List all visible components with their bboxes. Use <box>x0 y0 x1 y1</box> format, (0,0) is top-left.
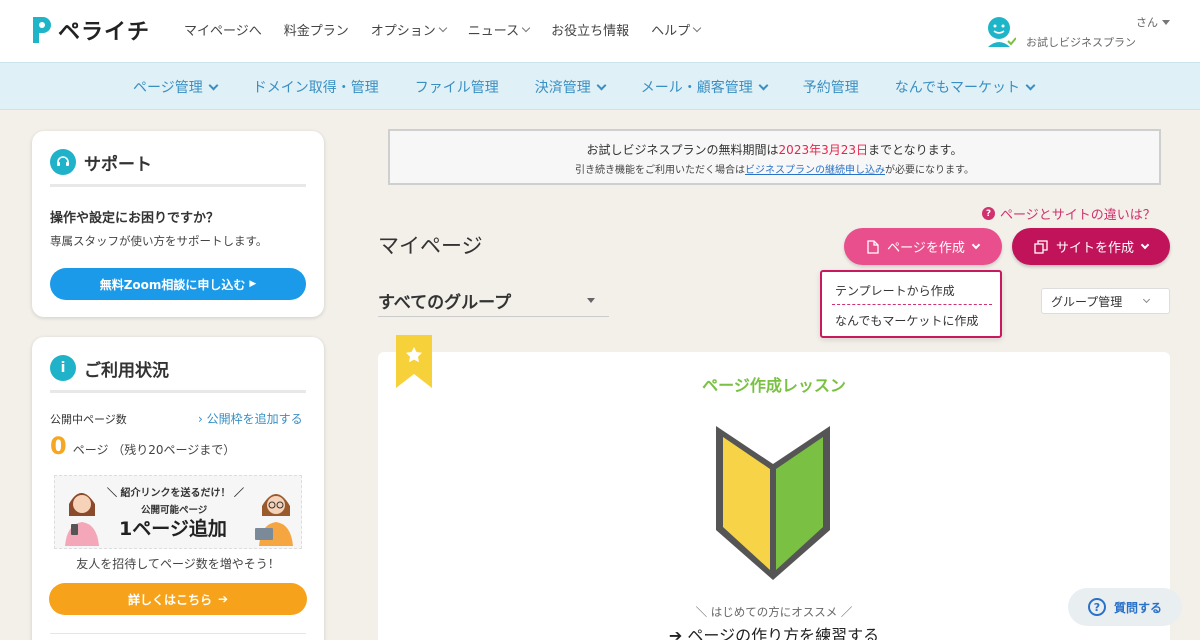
details-button[interactable]: 詳しくはこちら ➔ <box>49 583 307 615</box>
create-page-dropdown: テンプレートから作成 なんでもマーケットに作成 <box>820 270 1002 338</box>
caret-down-icon <box>587 298 595 303</box>
subnav-files[interactable]: ファイル管理 <box>415 77 499 97</box>
woman-with-phone-illustration <box>65 493 99 546</box>
logo-icon <box>33 17 51 43</box>
question-icon: ? <box>982 207 995 220</box>
create-page-button[interactable]: ページを作成 <box>844 228 1002 265</box>
sub-nav: ページ管理 ドメイン取得・管理 ファイル管理 決済管理 メール・顧客管理 予約管… <box>0 62 1200 110</box>
woman-with-laptop-illustration <box>255 494 293 546</box>
published-count-value: 0 <box>50 432 67 460</box>
info-icon: i <box>50 355 76 381</box>
trial-notice-line1: お試しビジネスプランの無料期間は2023年3月23日までとなります。 <box>586 143 963 157</box>
user-name[interactable]: さん <box>1136 14 1170 30</box>
page-site-difference-link[interactable]: ? ページとサイトの違いは？ <box>982 204 1156 223</box>
add-publish-slot-link[interactable]: › 公開枠を追加する <box>198 410 303 427</box>
group-select[interactable]: すべてのグループ <box>378 284 609 317</box>
lesson-title: ページ作成レッスン <box>702 376 846 395</box>
usage-heading: i ご利用状況 <box>50 355 169 381</box>
referral-banner[interactable]: ＼ 紹介リンクを送るだけ！ ／ 公開可能ページ 1ページ追加 <box>54 475 302 549</box>
logo-text: ペライチ <box>58 20 151 45</box>
published-count-unit: ページ （残り20ページまで） <box>72 443 236 457</box>
nav-news[interactable]: ニュース <box>468 20 531 39</box>
create-site-button[interactable]: サイトを作成 <box>1012 228 1170 265</box>
copy-pages-icon <box>1034 239 1048 254</box>
chevron-down-icon <box>438 23 448 33</box>
lesson-cta[interactable]: ➔ ページの作り方を練習する <box>378 622 1170 640</box>
logo[interactable]: ペライチ <box>30 14 150 46</box>
invite-text: 友人を招待してページ数を増やそう！ <box>76 557 280 571</box>
headset-icon <box>50 149 76 175</box>
chevron-down-icon <box>971 240 981 250</box>
caret-right-icon: ▶ <box>249 279 257 289</box>
arrow-right-icon: ➔ <box>668 626 688 640</box>
user-menu[interactable]: さん お試しビジネスプラン <box>982 12 1182 52</box>
dropdown-item-template[interactable]: テンプレートから作成 <box>835 282 955 299</box>
promo-main: 1ページ追加 <box>119 518 227 540</box>
divider <box>50 184 306 187</box>
nav-mypage[interactable]: マイページへ <box>184 20 262 39</box>
chevron-right-icon: › <box>198 412 207 426</box>
help-button[interactable]: ? 質問する <box>1068 588 1182 626</box>
chevron-down-icon <box>521 23 531 33</box>
divider <box>50 390 306 393</box>
nav-help[interactable]: ヘルプ <box>651 20 702 39</box>
support-description: 専属スタッフが使い方をサポートします。 <box>50 234 268 248</box>
trial-notice: お試しビジネスプランの無料期間は2023年3月23日までとなります。 引き続き機… <box>388 129 1161 185</box>
document-icon <box>867 239 879 254</box>
subnav-payments[interactable]: 決済管理 <box>535 77 607 97</box>
group-management-select[interactable]: グループ管理 <box>1041 288 1170 314</box>
usage-card: i ご利用状況 公開中ページ数 › 公開枠を追加する 0 ページ （残り20ペー… <box>32 337 324 640</box>
caret-down-icon <box>1162 19 1170 25</box>
chevron-down-icon <box>208 80 219 90</box>
support-question: 操作や設定にお困りですか？ <box>50 211 220 226</box>
trial-notice-line2: 引き続き機能をご利用いただく場合はビジネスプランの継続申し込みが必要になります。 <box>575 165 974 176</box>
trial-end-date: 2023年3月23日 <box>778 143 868 157</box>
dropdown-item-market[interactable]: なんでもマーケットに作成 <box>835 312 978 329</box>
lesson-card[interactable]: ページ作成レッスン ＼ はじめての方にオススメ ／ ➔ ページの作り方を練習する <box>378 335 1170 640</box>
subnav-market[interactable]: なんでもマーケット <box>895 77 1036 97</box>
chevron-down-icon <box>1025 80 1036 90</box>
lesson-subtitle: ＼ はじめての方にオススメ ／ <box>695 605 853 619</box>
chevron-down-icon <box>1140 240 1150 250</box>
question-icon: ? <box>1087 598 1106 616</box>
published-count-label: 公開中ページ数 <box>50 413 127 426</box>
chevron-down-icon <box>596 80 607 90</box>
promo-headline: ＼ 紹介リンクを送るだけ！ ／ <box>107 488 244 499</box>
nav-useful-info[interactable]: お役立ち情報 <box>551 20 629 39</box>
chevron-down-icon <box>1143 295 1151 304</box>
arrow-right-icon: ➔ <box>217 592 229 606</box>
divider <box>50 633 306 634</box>
continue-plan-link[interactable]: ビジネスプランの継続申し込み <box>745 165 885 176</box>
nav-pricing[interactable]: 料金プラン <box>284 20 349 39</box>
subnav-domain[interactable]: ドメイン取得・管理 <box>253 77 379 97</box>
group-select-value: すべてのグループ <box>378 293 512 313</box>
chevron-down-icon <box>758 80 769 90</box>
page-title: マイページ <box>378 234 483 258</box>
top-nav: マイページへ 料金プラン オプション ニュース お役立ち情報 ヘルプ <box>184 20 702 39</box>
zoom-consult-button[interactable]: 無料Zoom相談に申し込む ▶ <box>50 268 306 300</box>
user-plan: お試しビジネスプラン <box>1026 36 1136 49</box>
top-header: ペライチ マイページへ 料金プラン オプション ニュース お役立ち情報 ヘルプ … <box>0 0 1200 62</box>
beginner-mark-icon <box>716 426 830 580</box>
published-count: 0 ページ （残り20ページまで） <box>50 432 235 460</box>
support-heading: サポート <box>50 149 152 175</box>
divider <box>832 304 992 305</box>
chevron-down-icon <box>692 23 702 33</box>
subnav-reservations[interactable]: 予約管理 <box>803 77 859 97</box>
support-card: サポート 操作や設定にお困りですか？ 専属スタッフが使い方をサポートします。 無… <box>32 131 324 317</box>
subnav-page-management[interactable]: ページ管理 <box>133 77 219 97</box>
avatar <box>988 17 1016 47</box>
subnav-mail-customers[interactable]: メール・顧客管理 <box>641 77 769 97</box>
nav-options[interactable]: オプション <box>371 20 448 39</box>
